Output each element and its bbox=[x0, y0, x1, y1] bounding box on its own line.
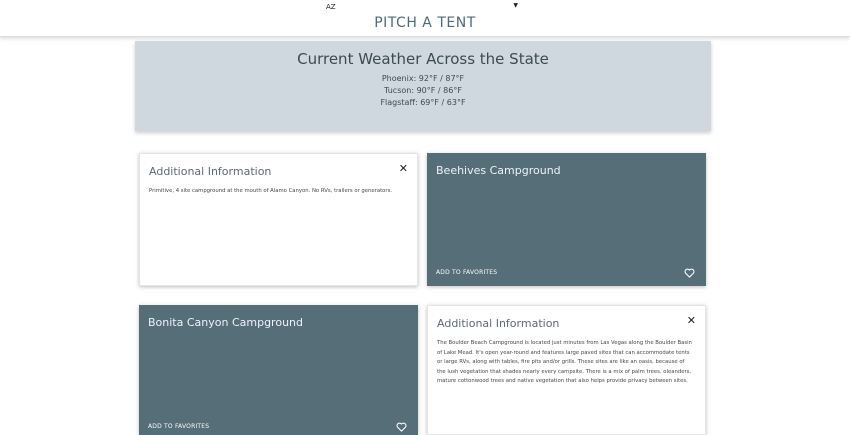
info-card-title: Additional Information bbox=[149, 165, 272, 178]
caret-down-icon: ▼ bbox=[513, 2, 518, 9]
heart-outline-icon[interactable] bbox=[684, 268, 695, 278]
campground-title: Beehives Campground bbox=[436, 164, 561, 177]
weather-title: Current Weather Across the State bbox=[297, 50, 549, 68]
weather-line-tucson: Tucson: 90°F / 86°F bbox=[384, 86, 462, 95]
weather-line-flagstaff: Flagstaff: 69°F / 63°F bbox=[380, 98, 466, 107]
campground-title: Bonita Canyon Campground bbox=[148, 316, 303, 329]
add-to-favorites-button[interactable]: ADD TO FAVORITES bbox=[436, 269, 497, 276]
info-card-boulder: Additional Information ✕ The Boulder Bea… bbox=[427, 305, 706, 435]
info-card-text: The Boulder Beach Campground is located … bbox=[437, 340, 692, 385]
app-title: PITCH A TENT bbox=[374, 15, 476, 31]
campground-card-beehives[interactable]: Beehives Campground ADD TO FAVORITES bbox=[427, 153, 706, 286]
campground-card-bonita[interactable]: Bonita Canyon Campground ADD TO FAVORITE… bbox=[139, 305, 418, 435]
weather-line-phoenix: Phoenix: 92°F / 87°F bbox=[381, 74, 465, 83]
weather-panel: Current Weather Across the State Phoenix… bbox=[135, 41, 711, 131]
info-card-alamo: Additional Information ✕ Primitive, 4 si… bbox=[139, 153, 418, 286]
info-card-text: Primitive, 4 site campground at the mout… bbox=[149, 188, 393, 194]
close-icon[interactable]: ✕ bbox=[399, 162, 408, 175]
close-icon[interactable]: ✕ bbox=[687, 314, 696, 327]
state-select-value: AZ bbox=[326, 2, 336, 11]
heart-outline-icon[interactable] bbox=[396, 422, 407, 432]
info-card-title: Additional Information bbox=[437, 317, 560, 330]
app-header: PITCH A TENT bbox=[0, 11, 850, 37]
